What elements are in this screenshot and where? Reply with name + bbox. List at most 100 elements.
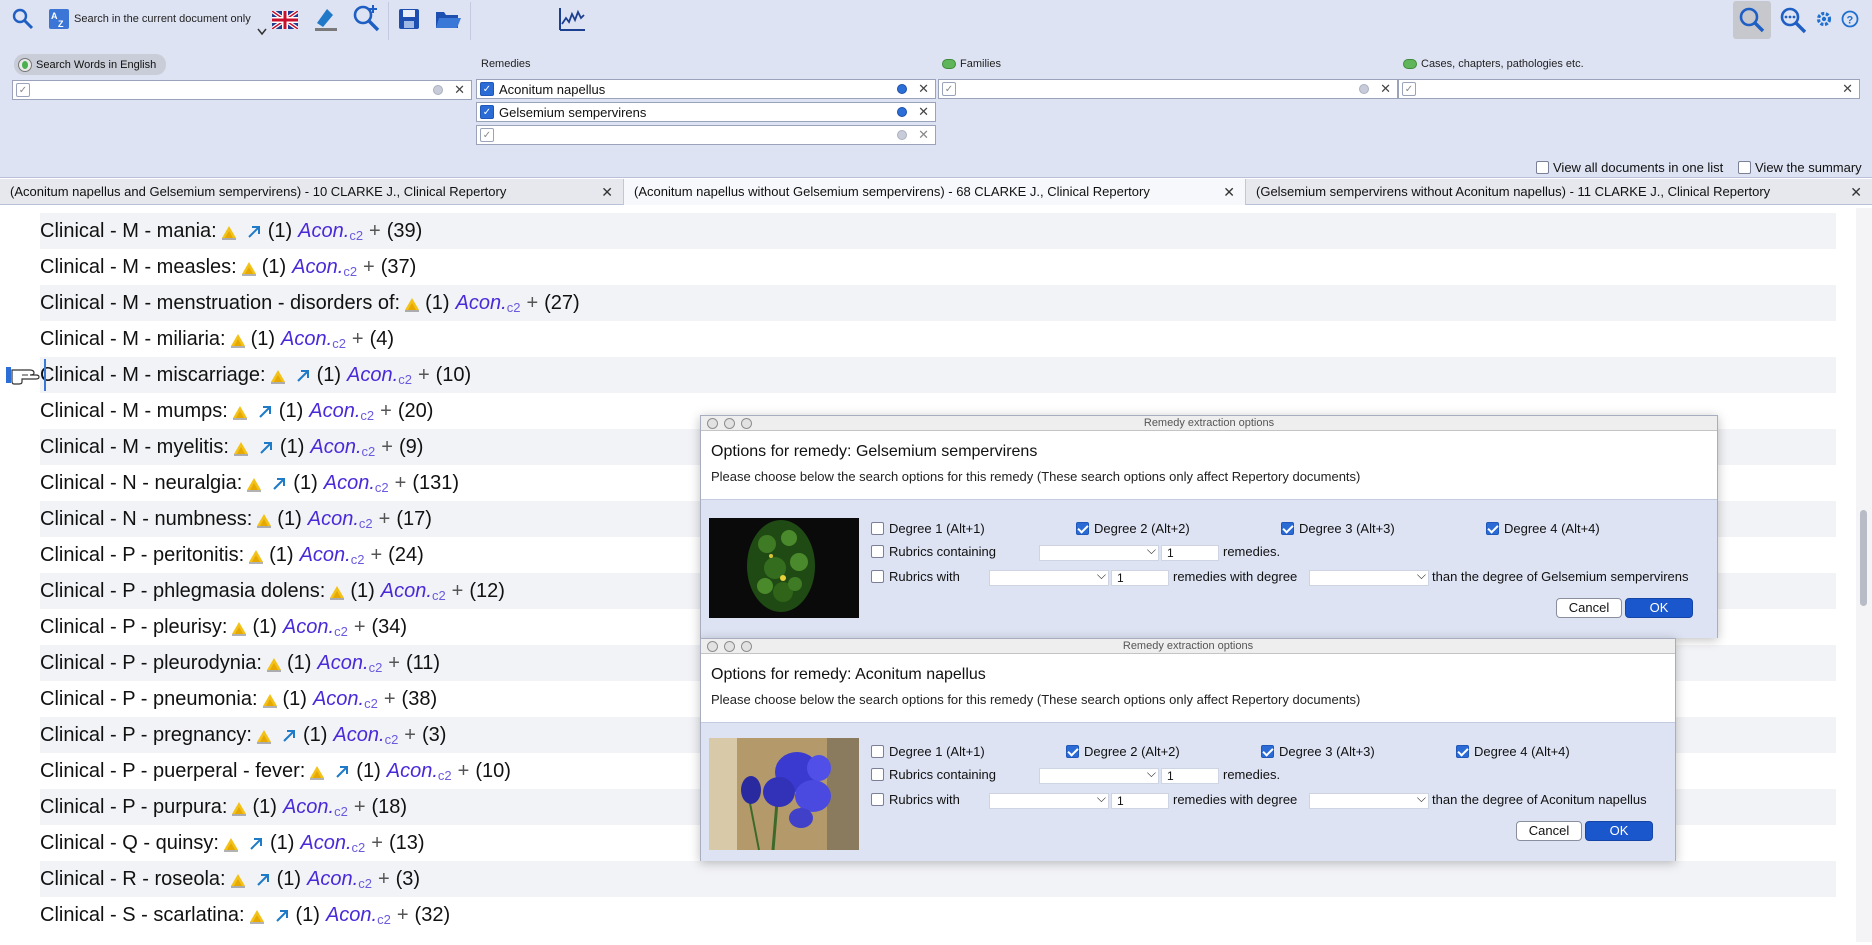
rubric-info-icon[interactable] <box>247 547 265 564</box>
expand-remedies-button[interactable]: + <box>369 220 381 243</box>
rubrics-with-option[interactable]: Rubrics with <box>871 792 960 807</box>
remedy-abbreviation[interactable]: Acon. <box>300 544 351 567</box>
cross-reference-arrow-icon[interactable] <box>246 223 262 239</box>
degree-4-option[interactable]: Degree 4 (Alt+4) <box>1456 744 1570 759</box>
dialog-title-bar[interactable]: Remedy extraction options <box>701 639 1675 654</box>
az-sort-icon[interactable]: AZ <box>48 8 70 30</box>
rubrics-containing-number[interactable]: 1 <box>1161 545 1219 561</box>
rubric-info-icon[interactable] <box>308 763 326 780</box>
rubric-row[interactable]: Clinical - M - miscarriage: (1) Acon. c2 + (1… <box>40 357 1836 393</box>
rubrics-containing-option[interactable]: Rubrics containing <box>871 767 996 782</box>
remedy-2-remove-icon[interactable]: ✕ <box>918 104 929 120</box>
expand-remedies-button[interactable]: + <box>352 328 364 351</box>
remedy-abbreviation[interactable]: Acon. <box>381 580 432 603</box>
remedy-abbreviation[interactable]: Acon. <box>326 904 377 927</box>
degree-3-checkbox[interactable] <box>1261 745 1274 758</box>
window-zoom-button[interactable] <box>741 418 752 429</box>
cross-reference-arrow-icon[interactable] <box>255 871 271 887</box>
search-words-button[interactable]: Search Words in English <box>14 54 167 75</box>
cross-reference-arrow-icon[interactable] <box>274 907 290 923</box>
chart-icon[interactable] <box>558 6 586 32</box>
expand-remedies-button[interactable]: + <box>379 508 391 531</box>
cancel-button[interactable]: Cancel <box>1516 821 1582 841</box>
window-close-button[interactable] <box>707 641 718 652</box>
expand-remedies-button[interactable]: + <box>370 544 382 567</box>
remedy-3-checkbox[interactable]: ✓ <box>480 128 494 142</box>
expand-remedies-button[interactable]: + <box>388 652 400 675</box>
tab-gelsemium-without-aconitum[interactable]: (Gelsemium sempervirens without Aconitum… <box>1246 179 1872 205</box>
tab-aconitum-without-gelsemium[interactable]: (Aconitum napellus without Gelsemium sem… <box>624 179 1246 205</box>
view-all-documents-option[interactable]: View all documents in one list <box>1536 160 1723 175</box>
search-words-checkbox[interactable]: ✓ <box>16 83 30 97</box>
remedy-abbreviation[interactable]: Acon. <box>313 688 364 711</box>
remedy-field-1[interactable]: ✓ Aconitum napellus ✕ <box>476 79 936 99</box>
expand-remedies-button[interactable]: + <box>418 364 430 387</box>
rubric-text[interactable]: Clinical - P - peritonitis: <box>40 544 244 567</box>
rubric-info-icon[interactable] <box>245 475 263 492</box>
chevron-down-icon[interactable] <box>256 26 268 38</box>
search-icon[interactable] <box>10 6 36 32</box>
window-zoom-button[interactable] <box>741 641 752 652</box>
rubric-info-icon[interactable] <box>240 259 258 276</box>
highlight-tool-icon[interactable] <box>310 4 340 34</box>
families-input[interactable]: ✓ ✕ <box>938 79 1398 99</box>
rubric-text[interactable]: Clinical - Q - quinsy: <box>40 832 219 855</box>
rubric-text[interactable]: Clinical - M - mumps: <box>40 400 228 423</box>
remedy-abbreviation[interactable]: Acon. <box>324 472 375 495</box>
help-icon[interactable]: ? <box>1840 9 1860 29</box>
rubric-text[interactable]: Clinical - P - pneumonia: <box>40 688 258 711</box>
window-minimize-button[interactable] <box>724 641 735 652</box>
degree-3-option[interactable]: Degree 3 (Alt+3) <box>1281 521 1395 536</box>
rubrics-with-checkbox[interactable] <box>871 793 884 806</box>
rubric-row[interactable]: Clinical - M - measles: (1) Acon. c2 + (37) <box>40 249 1836 285</box>
rubric-info-icon[interactable] <box>403 295 421 312</box>
clear-field-icon[interactable]: ✕ <box>454 82 465 98</box>
ok-button[interactable]: OK <box>1585 821 1653 841</box>
remedy-abbreviation[interactable]: Acon. <box>317 652 368 675</box>
expand-remedies-button[interactable]: + <box>380 400 392 423</box>
rubric-info-icon[interactable] <box>230 619 248 636</box>
cancel-button[interactable]: Cancel <box>1556 598 1622 618</box>
rubric-row[interactable]: Clinical - R - roseola: (1) Acon. c2 + (3) <box>40 861 1836 897</box>
remedy-field-2[interactable]: ✓ Gelsemium sempervirens ✕ <box>476 102 936 122</box>
zoom-add-icon[interactable] <box>350 2 382 34</box>
degree-2-checkbox[interactable] <box>1076 522 1089 535</box>
field-options-icon[interactable] <box>433 85 443 95</box>
search-scope-label[interactable]: Search in the current document only <box>74 13 251 25</box>
save-icon[interactable] <box>396 6 422 32</box>
rubric-info-icon[interactable] <box>231 403 249 420</box>
window-close-button[interactable] <box>707 418 718 429</box>
remedy-abbreviation[interactable]: Acon. <box>310 436 361 459</box>
degree-2-checkbox[interactable] <box>1066 745 1079 758</box>
degree-1-checkbox[interactable] <box>871 522 884 535</box>
rubric-info-icon[interactable] <box>248 907 266 924</box>
families-toggle-icon[interactable] <box>942 59 956 69</box>
expand-remedies-button[interactable]: + <box>354 796 366 819</box>
rubric-text[interactable]: Clinical - M - miliaria: <box>40 328 226 351</box>
rubric-text[interactable]: Clinical - M - myelitis: <box>40 436 229 459</box>
remedy-1-checkbox[interactable]: ✓ <box>480 82 494 96</box>
families-checkbox[interactable]: ✓ <box>942 82 956 96</box>
remedy-3-remove-icon[interactable]: ✕ <box>918 127 929 143</box>
view-all-checkbox[interactable] <box>1536 161 1549 174</box>
close-icon[interactable]: ✕ <box>1850 184 1862 201</box>
cross-reference-arrow-icon[interactable] <box>258 439 274 455</box>
remedy-abbreviation[interactable]: Acon. <box>283 616 334 639</box>
expand-remedies-button[interactable]: + <box>371 832 383 855</box>
rubrics-with-number[interactable]: 1 <box>1111 793 1169 809</box>
search-words-input[interactable]: ✓ ✕ <box>12 80 472 100</box>
rubric-info-icon[interactable] <box>232 439 250 456</box>
cases-clear-icon[interactable]: ✕ <box>1842 81 1853 97</box>
rubric-text[interactable]: Clinical - M - miscarriage: <box>40 364 266 387</box>
remedy-abbreviation[interactable]: Acon. <box>283 796 334 819</box>
remedy-abbreviation[interactable]: Acon. <box>347 364 398 387</box>
rubric-info-icon[interactable] <box>230 799 248 816</box>
dialog-title-bar[interactable]: Remedy extraction options <box>701 416 1717 431</box>
rubric-row[interactable]: Clinical - M - mania: (1) Acon. c2 + (39) <box>40 213 1836 249</box>
open-folder-icon[interactable] <box>434 6 462 32</box>
scrollbar-thumb[interactable] <box>1860 510 1867 606</box>
expand-remedies-button[interactable]: + <box>354 616 366 639</box>
degree-1-option[interactable]: Degree 1 (Alt+1) <box>871 744 985 759</box>
ok-button[interactable]: OK <box>1625 598 1693 618</box>
remedy-2-checkbox[interactable]: ✓ <box>480 105 494 119</box>
